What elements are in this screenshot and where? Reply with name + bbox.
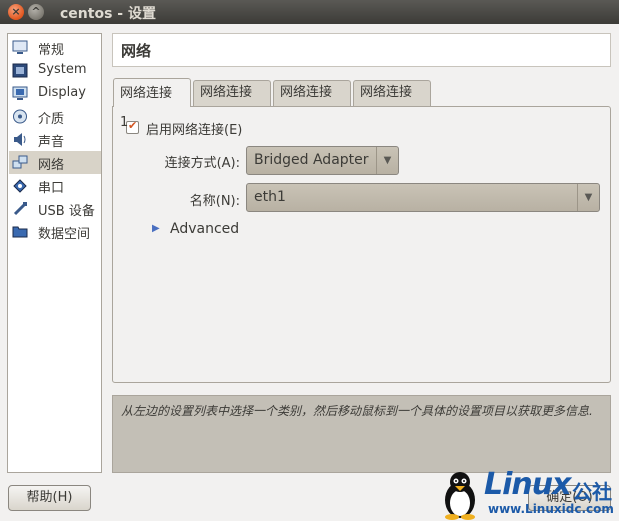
sidebar-item-general[interactable]: 常规 bbox=[9, 36, 101, 59]
close-window-button[interactable]: × bbox=[8, 4, 24, 20]
close-icon: × bbox=[11, 5, 21, 18]
section-header: 网络 bbox=[112, 33, 611, 67]
speaker-icon bbox=[14, 133, 26, 146]
penguin-icon bbox=[445, 472, 475, 520]
minimize-icon: ^ bbox=[31, 5, 41, 18]
adapter-name-label: 名称(N): bbox=[189, 194, 240, 209]
watermark-brand: Linux bbox=[484, 467, 571, 502]
tab-adapter-1[interactable]: 网络连接 1 bbox=[113, 78, 191, 130]
expander-arrow-icon[interactable]: ▶ bbox=[152, 223, 160, 234]
sidebar-item-label: 数据空间 bbox=[38, 227, 91, 242]
display-icon bbox=[12, 40, 28, 54]
sidebar-item-system[interactable]: System bbox=[9, 59, 101, 82]
tab-adapter-4[interactable]: 网络连接 4 bbox=[353, 80, 431, 124]
sidebar-item-label: 常规 bbox=[38, 43, 65, 58]
attached-to-select[interactable]: Bridged Adapter ▼ bbox=[246, 146, 399, 175]
page-title: 网络 bbox=[121, 42, 152, 60]
sidebar-item-label: USB 设备 bbox=[38, 204, 95, 219]
description-text: 从左边的设置列表中选择一个类别，然后移动鼠标到一个具体的设置项目以获取更多信息. bbox=[121, 404, 593, 418]
folder-icon bbox=[12, 226, 28, 238]
disc-icon bbox=[13, 109, 27, 124]
chip-icon bbox=[12, 63, 28, 78]
sidebar-item-label: 串口 bbox=[38, 181, 65, 196]
sidebar-item-label: 声音 bbox=[38, 135, 65, 150]
adapter-name-select[interactable]: eth1 ▼ bbox=[246, 183, 600, 212]
sidebar-item-label: Display bbox=[38, 85, 86, 100]
sidebar-item-label: System bbox=[38, 62, 87, 77]
sidebar-item-label: 介质 bbox=[38, 112, 65, 127]
adapter-name-value: eth1 bbox=[254, 189, 286, 205]
monitor-icon bbox=[12, 86, 28, 100]
serial-port-icon bbox=[13, 179, 27, 193]
watermark-logo: Linux 公社 www.Linuxidc.com bbox=[440, 468, 619, 521]
chevron-down-icon: ▼ bbox=[376, 147, 398, 174]
enable-network-label[interactable]: 启用网络连接(E) bbox=[146, 119, 242, 138]
title-bar: × ^ centos - 设置 bbox=[0, 0, 619, 24]
sidebar-item-audio[interactable]: 声音 bbox=[9, 128, 101, 151]
minimize-window-button[interactable]: ^ bbox=[28, 4, 44, 20]
tab-adapter-2[interactable]: 网络连接 2 bbox=[193, 80, 271, 124]
watermark-suffix: 公社 bbox=[572, 480, 612, 504]
attached-to-label: 连接方式(A): bbox=[164, 156, 240, 171]
advanced-expander[interactable]: Advanced bbox=[170, 221, 239, 237]
network-icon bbox=[12, 155, 28, 169]
sidebar-item-serial-ports[interactable]: 串口 bbox=[9, 174, 101, 197]
usb-icon bbox=[13, 202, 27, 216]
help-button[interactable]: 帮助(H) bbox=[8, 485, 91, 511]
description-panel: 从左边的设置列表中选择一个类别，然后移动鼠标到一个具体的设置项目以获取更多信息. bbox=[112, 395, 611, 473]
settings-category-list[interactable]: 常规 System Display 介质 声音 网络 串口 USB 设备 数据空… bbox=[7, 33, 102, 473]
tab-adapter-3[interactable]: 网络连接 3 bbox=[273, 80, 351, 124]
sidebar-item-network[interactable]: 网络 bbox=[9, 151, 101, 174]
sidebar-item-shared-folders[interactable]: 数据空间 bbox=[9, 220, 101, 243]
sidebar-item-display[interactable]: Display bbox=[9, 82, 101, 105]
chevron-down-icon: ▼ bbox=[577, 184, 599, 211]
window-title: centos - 设置 bbox=[60, 6, 156, 22]
attached-to-value: Bridged Adapter bbox=[254, 152, 369, 168]
watermark-url: www.Linuxidc.com bbox=[488, 502, 614, 516]
sidebar-item-storage[interactable]: 介质 bbox=[9, 105, 101, 128]
sidebar-item-usb[interactable]: USB 设备 bbox=[9, 197, 101, 220]
sidebar-item-label: 网络 bbox=[38, 158, 65, 173]
